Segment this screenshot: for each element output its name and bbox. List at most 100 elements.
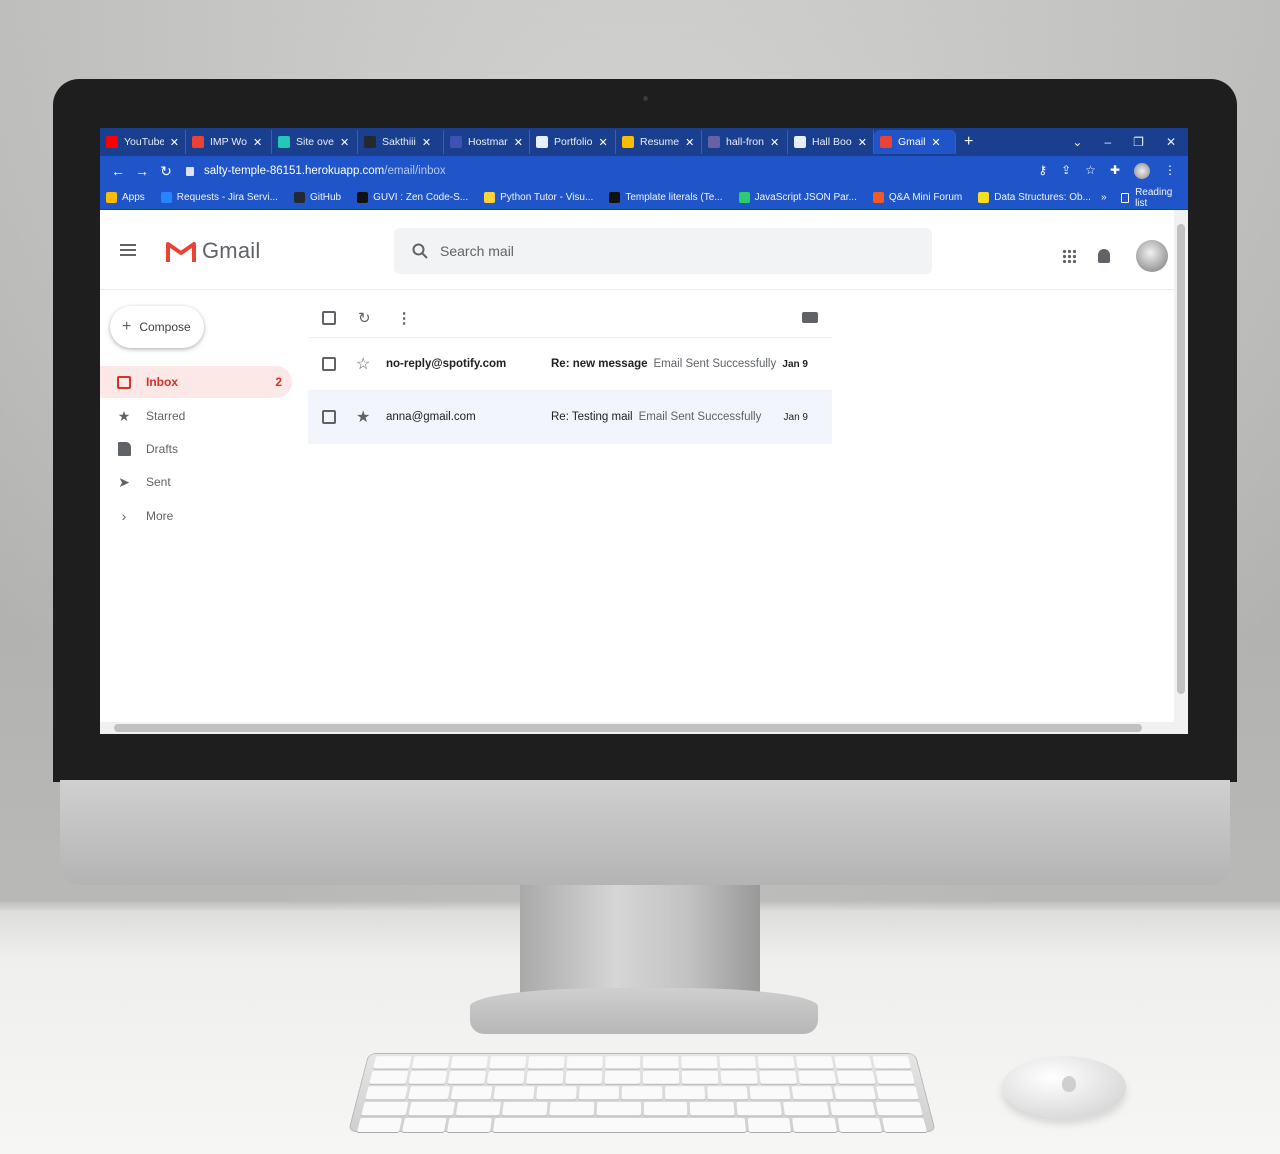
- close-window-button[interactable]: ✕: [1166, 135, 1176, 149]
- sidebar-item-label: Drafts: [146, 442, 179, 456]
- back-arrow-icon[interactable]: ←: [106, 163, 130, 179]
- search-bar[interactable]: Search mail: [394, 228, 932, 274]
- bookmark-favicon-icon: [609, 192, 621, 203]
- email-row[interactable]: ★ anna@gmail.com Re: Testing mail Email Sen…: [308, 391, 832, 444]
- share-icon[interactable]: ⇪: [1061, 163, 1071, 179]
- profile-avatar-icon[interactable]: [1134, 163, 1150, 179]
- tab-label: Portfolio: [554, 136, 593, 148]
- unread-count: 2: [275, 375, 282, 389]
- bookmark-label: Requests - Jira Servi...: [176, 192, 278, 203]
- bookmark-label: Data Structures: Ob...: [994, 192, 1091, 203]
- horizontal-scrollbar[interactable]: [100, 722, 1188, 734]
- row-checkbox[interactable]: [322, 410, 336, 424]
- tab-label: hall-fron: [726, 136, 764, 148]
- apps-grid-icon[interactable]: [1062, 249, 1076, 263]
- compose-button[interactable]: + Compose: [110, 306, 204, 348]
- minimize-button[interactable]: –: [1104, 135, 1111, 149]
- bookmark-label: Q&A Mini Forum: [888, 192, 963, 203]
- bookmark-favicon-icon: [293, 192, 305, 203]
- email-row[interactable]: ☆ no-reply@spotify.com Re: new message Emai…: [308, 338, 832, 391]
- address-bar: ← → ↻ salty-temple-86151.herokuapp.com/e…: [100, 156, 1188, 186]
- bookmark-item[interactable]: Python Tutor - Visu...: [478, 192, 593, 203]
- close-tab-icon[interactable]: ✕: [685, 136, 694, 149]
- bookmark-item[interactable]: Template literals (Te...: [603, 192, 723, 203]
- close-tab-icon[interactable]: ✕: [858, 136, 867, 149]
- tab-item[interactable]: Sakthiii ✕: [358, 130, 444, 154]
- bookmark-label: JavaScript JSON Par...: [754, 192, 857, 203]
- main-menu-icon[interactable]: [120, 244, 136, 256]
- vertical-scrollbar[interactable]: [1174, 210, 1188, 722]
- close-tab-icon[interactable]: ✕: [253, 136, 262, 149]
- bookmark-item[interactable]: JavaScript JSON Par...: [733, 192, 857, 203]
- tab-item[interactable]: Resume ✕: [616, 130, 702, 154]
- url-domain: salty-temple-86151.herokuapp.com: [204, 165, 385, 177]
- select-all-checkbox[interactable]: [322, 310, 336, 325]
- email-list: ☆ no-reply@spotify.com Re: new message Emai…: [308, 338, 832, 444]
- bookmark-item[interactable]: GUVI : Zen Code-S...: [351, 192, 468, 203]
- extensions-icon[interactable]: ✚: [1110, 163, 1120, 179]
- close-tab-icon[interactable]: ✕: [422, 136, 431, 149]
- draft-icon: [116, 441, 132, 457]
- sidebar-item-drafts[interactable]: Drafts: [100, 433, 292, 465]
- close-tab-icon[interactable]: ✕: [340, 136, 349, 149]
- gmail-header: Gmail Search mail: [100, 210, 1174, 290]
- forward-arrow-icon[interactable]: →: [130, 163, 154, 179]
- restore-button[interactable]: ❐: [1133, 135, 1144, 149]
- tab-label: Site ove: [296, 136, 334, 148]
- close-tab-icon[interactable]: ✕: [599, 136, 608, 149]
- sidebar-item-more[interactable]: › More: [100, 500, 292, 532]
- star-icon[interactable]: ☆: [356, 354, 374, 374]
- more-options-icon[interactable]: ⋮: [397, 309, 412, 327]
- mail-toolbar: ↻ ⋮: [308, 298, 832, 338]
- tab-item[interactable]: YouTube ✕: [100, 130, 186, 154]
- bookmark-label: GUVI : Zen Code-S...: [373, 192, 469, 203]
- apps-bookmark[interactable]: Apps: [100, 192, 145, 203]
- account-avatar[interactable]: [1136, 240, 1168, 272]
- sidebar-item-label: Sent: [146, 475, 171, 489]
- tab-active[interactable]: Gmail ✕: [874, 130, 956, 154]
- bookmark-star-icon[interactable]: ☆: [1085, 163, 1096, 179]
- tab-item[interactable]: hall-fron ✕: [702, 130, 788, 154]
- bookmark-item[interactable]: Q&A Mini Forum: [867, 192, 962, 203]
- gmail-logo[interactable]: Gmail: [166, 238, 260, 264]
- key-icon[interactable]: ⚷: [1038, 163, 1047, 179]
- new-tab-button[interactable]: +: [956, 133, 981, 151]
- sidebar-item-sent[interactable]: ➤ Sent: [100, 466, 292, 498]
- bookmarks-overflow-button[interactable]: »: [1101, 192, 1107, 203]
- tab-item[interactable]: Site ove ✕: [272, 130, 358, 154]
- horizontal-scroll-thumb[interactable]: [114, 724, 1142, 732]
- notification-bell-icon[interactable]: [1098, 249, 1110, 263]
- tab-item[interactable]: IMP Wo ✕: [186, 130, 272, 154]
- tab-item[interactable]: Hall Boo ✕: [788, 130, 874, 154]
- close-tab-icon[interactable]: ✕: [770, 136, 779, 149]
- row-checkbox[interactable]: [322, 357, 336, 371]
- close-tab-icon[interactable]: ✕: [170, 136, 179, 149]
- refresh-icon[interactable]: ↻: [358, 309, 371, 327]
- star-icon[interactable]: ★: [356, 407, 374, 427]
- search-icon[interactable]: [412, 243, 428, 259]
- email-sender: anna@gmail.com: [386, 411, 476, 423]
- email-subject: Re: new message: [551, 358, 648, 370]
- tab-item[interactable]: Hostmar ✕: [444, 130, 530, 154]
- bookmark-item[interactable]: Data Structures: Ob...: [972, 192, 1091, 203]
- close-tab-icon[interactable]: ✕: [514, 136, 523, 149]
- close-tab-icon[interactable]: ✕: [931, 136, 940, 149]
- sidebar-item-inbox[interactable]: Inbox 2: [100, 366, 292, 398]
- browser-menu-icon[interactable]: ⋮: [1164, 163, 1176, 179]
- vertical-scroll-thumb[interactable]: [1177, 224, 1185, 694]
- apps-grid-icon: [106, 192, 117, 203]
- keyboard-icon[interactable]: [802, 312, 818, 323]
- lock-icon: [186, 166, 194, 176]
- tab-item[interactable]: Portfolio ✕: [530, 130, 616, 154]
- search-input[interactable]: Search mail: [440, 243, 514, 259]
- omnibox[interactable]: salty-temple-86151.herokuapp.com/email/i…: [186, 165, 446, 177]
- reload-icon[interactable]: ↻: [154, 163, 178, 180]
- sidebar-item-label: Inbox: [146, 375, 178, 389]
- sidebar-item-starred[interactable]: ★ Starred: [100, 400, 292, 432]
- chevron-right-icon: ›: [121, 508, 127, 524]
- bookmark-item[interactable]: GitHub: [288, 192, 341, 203]
- reading-list-button[interactable]: Reading list: [1120, 187, 1179, 209]
- sidebar-item-label: Starred: [146, 409, 186, 423]
- bookmark-item[interactable]: Requests - Jira Servi...: [155, 192, 278, 203]
- tab-search-button[interactable]: ⌄: [1072, 135, 1082, 149]
